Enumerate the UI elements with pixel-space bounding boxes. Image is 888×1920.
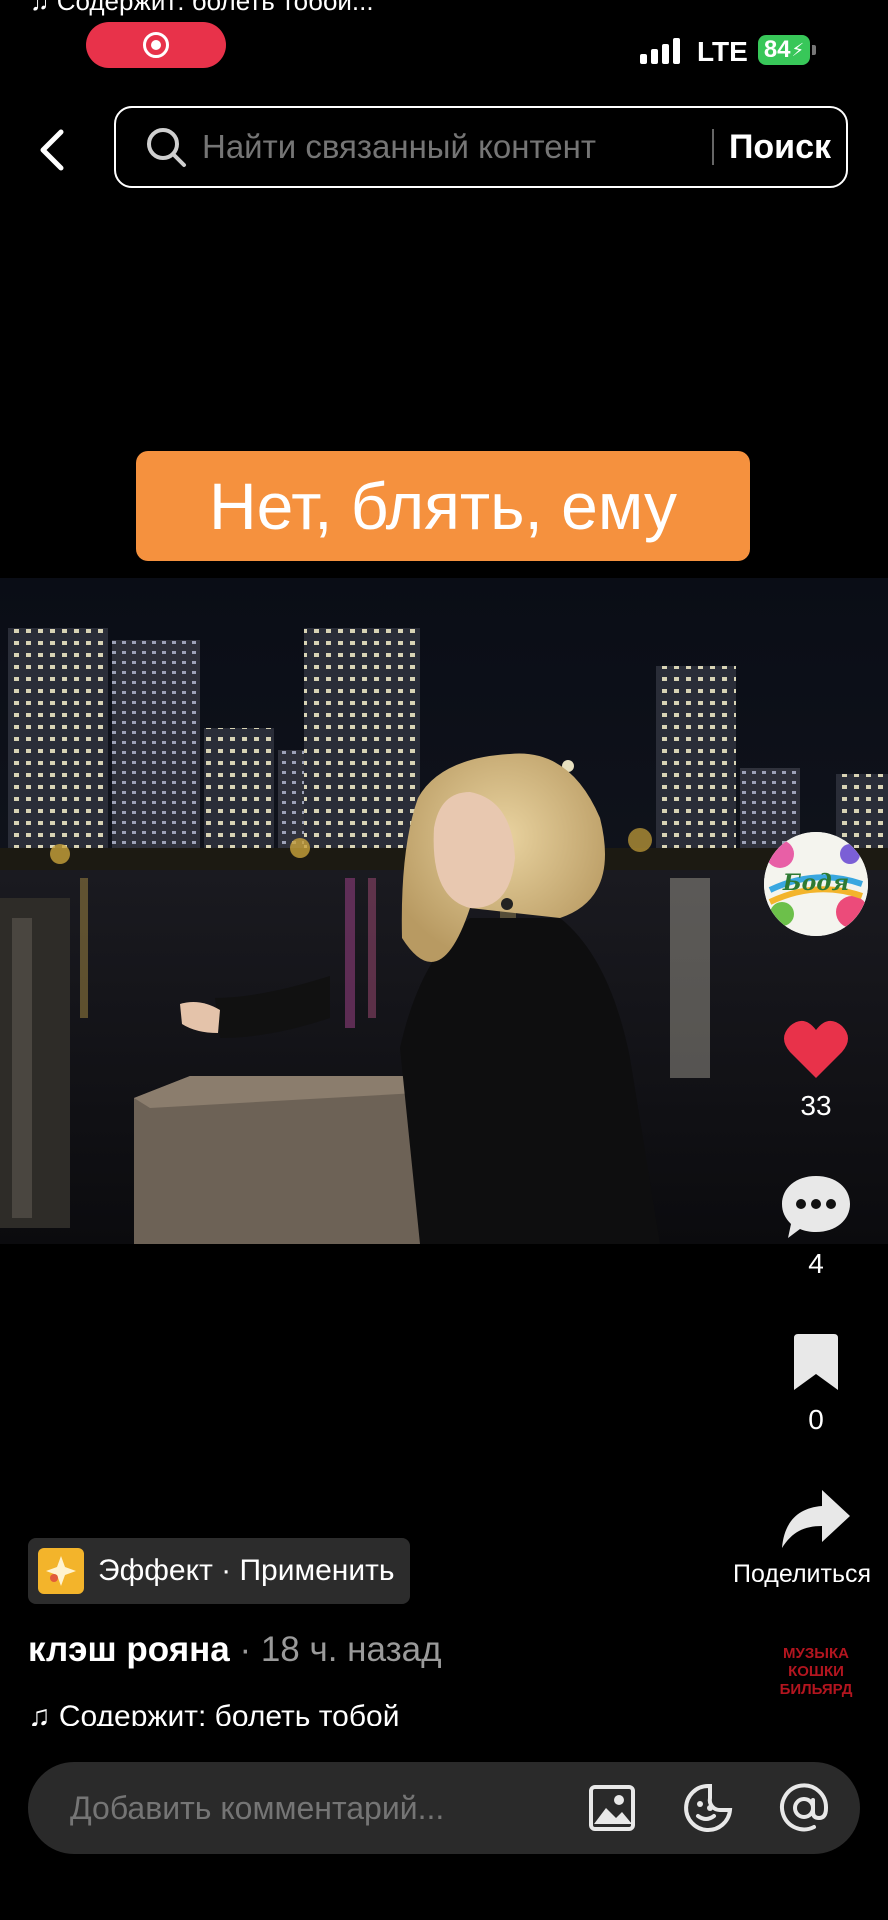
music-cover-line2: КОШКИ [788,1663,844,1680]
like-count: 33 [800,1090,832,1121]
avatar-text: Бодя [782,870,849,896]
night-city-photo [0,578,888,1244]
comment-count: 4 [808,1248,824,1279]
back-button[interactable] [30,120,74,180]
author-line: клэш рояна · 18 ч. назад [28,1630,442,1670]
battery-icon: 84 ⚡ [758,35,810,65]
author-name[interactable]: клэш рояна [28,1630,230,1669]
record-icon [143,32,169,58]
music-cover-icon: МУЗЫКА КОШКИ БИЛЬЯРД [780,1645,853,1698]
effect-sparkle-icon [38,1548,84,1594]
battery-level: 84 [763,36,791,63]
emoji-button[interactable] [682,1782,734,1834]
previous-sound-text: ♫ Содержит: болеть тобой... [30,0,374,16]
chevron-left-icon [40,129,64,171]
comment-bar [28,1762,860,1854]
search-button[interactable]: Поиск [714,128,846,167]
bookmark-count: 0 [808,1404,824,1435]
search-icon [147,128,186,167]
comment-button[interactable] [780,1172,852,1242]
at-sign-icon [780,1783,829,1832]
bookmark-button[interactable] [788,1334,844,1392]
comment-bubble-icon [782,1176,850,1238]
post-time: · 18 ч. назад [229,1630,442,1669]
signal-strength-icon [640,36,680,64]
battery-tip [812,45,816,55]
bookmark-icon [794,1334,838,1390]
sound-line[interactable]: ♫ Содержит: болеть тобой [28,1696,399,1726]
image-attach-button[interactable] [586,1782,638,1834]
comment-input[interactable] [70,1789,586,1827]
network-type: LTE [697,36,748,67]
heart-icon [784,1020,848,1078]
search-input[interactable] [202,128,712,166]
search-bar[interactable]: Поиск [114,106,848,188]
screen-recording-indicator[interactable] [86,22,226,68]
avatar-image: Бодя [764,832,868,936]
video-frame[interactable] [0,578,888,1244]
like-button[interactable] [782,1018,850,1082]
share-arrow-icon [782,1490,850,1548]
effect-label: Эффект · Применить [98,1554,395,1587]
music-disc[interactable]: МУЗЫКА КОШКИ БИЛЬЯРД [766,1636,866,1706]
share-button[interactable] [780,1488,852,1550]
effect-chip[interactable]: Эффект · Применить [28,1538,411,1604]
image-icon [589,1785,635,1831]
music-cover-line3: БИЛЬЯРД [780,1681,853,1698]
mention-button[interactable] [778,1782,830,1834]
music-cover-line1: МУЗЫКА [783,1645,849,1662]
video-caption: Нет, блять, ему [136,451,750,561]
share-label: Поделиться [732,1560,872,1588]
creator-avatar[interactable]: Бодя [764,832,868,936]
emoji-icon [684,1784,733,1832]
sound-text: ♫ Содержит: болеть тобой [28,1700,400,1726]
